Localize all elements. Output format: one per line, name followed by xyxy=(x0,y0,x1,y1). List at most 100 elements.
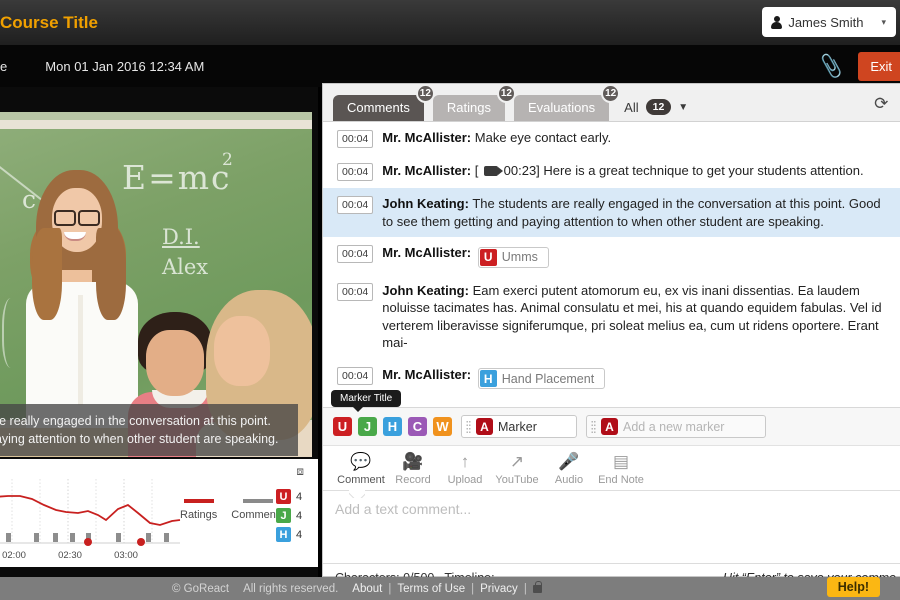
help-button[interactable]: Help! xyxy=(826,577,880,597)
marker-badge-a: A xyxy=(476,418,493,435)
comment-row[interactable]: 00:04 Mr. McAllister: U Umms xyxy=(323,237,900,275)
ratings-timeline-chart[interactable]: 02:00 02:30 03:00 xyxy=(0,477,184,563)
comment-author: Mr. McAllister: xyxy=(382,163,472,178)
legend-swatch-ratings xyxy=(183,499,214,503)
tab-comments-label: Comments xyxy=(347,100,410,115)
tool-record-label: Record xyxy=(395,474,431,486)
chalk-curve xyxy=(2,298,24,368)
footer-link-terms[interactable]: Terms of Use xyxy=(397,583,465,595)
chart-legend: Ratings Comments xyxy=(180,499,284,521)
comment-body: Mr. McAllister: [ 00:23] Here is a great… xyxy=(382,162,894,181)
marker-badge-j: J xyxy=(276,508,291,523)
marker-badge-h: H xyxy=(276,527,291,542)
toolbar-notch xyxy=(349,490,365,498)
person-icon xyxy=(771,15,783,29)
tool-upload-label: Upload xyxy=(447,474,483,486)
chevron-down-icon[interactable]: ▼ xyxy=(678,102,688,113)
tab-evaluations-label: Evaluations xyxy=(527,100,596,115)
comment-composer[interactable]: Add a text comment... xyxy=(323,491,900,563)
footer-link-privacy[interactable]: Privacy xyxy=(480,583,518,595)
comment-video-time: 00:23] xyxy=(503,163,540,178)
new-marker-placeholder: Add a new marker xyxy=(623,419,725,434)
tool-comment-label: Comment xyxy=(337,474,385,486)
drag-handle-icon[interactable] xyxy=(466,419,471,434)
comment-row-selected[interactable]: 00:04 John Keating: The students are rea… xyxy=(323,188,900,238)
lock-icon xyxy=(532,580,542,593)
drag-handle-icon[interactable] xyxy=(591,419,596,434)
video-caption-line-2: paying attention to when other student a… xyxy=(0,432,279,447)
tool-record[interactable]: 🎥 Record xyxy=(387,452,439,486)
marker-button-w[interactable]: W xyxy=(433,417,452,436)
x-tick-0: 02:00 xyxy=(2,550,26,561)
glasses-icon xyxy=(54,210,100,226)
annotation-panel: Comments 12 Ratings 12 Evaluations 12 Al… xyxy=(322,83,900,585)
marker-button-h[interactable]: H xyxy=(383,417,402,436)
comment-row[interactable]: 00:04 Mr. McAllister: [ 00:23] Here is a… xyxy=(323,155,900,188)
marker-button-u[interactable]: U xyxy=(333,417,352,436)
comment-markers[interactable] xyxy=(84,538,145,546)
comment-author: Mr. McAllister: xyxy=(382,366,472,382)
video-camera-icon: 🎥 xyxy=(402,452,424,471)
tool-audio[interactable]: 🎤 Audio xyxy=(543,452,595,486)
tool-end-note[interactable]: ▤ End Note xyxy=(595,452,647,486)
tab-ratings[interactable]: Ratings 12 xyxy=(432,84,516,121)
comment-row[interactable]: 00:04 Mr. McAllister: H Hand Placement xyxy=(323,359,900,397)
marker-button-j[interactable]: J xyxy=(358,417,377,436)
comment-video-prefix: [ xyxy=(474,163,479,178)
chart-x-axis-labels: 02:00 02:30 03:00 xyxy=(2,550,138,561)
legend-item-ratings: Ratings xyxy=(180,499,217,521)
marker-counts: U 4 J 4 H 4 xyxy=(276,489,302,546)
exit-button[interactable]: Exit xyxy=(858,51,900,81)
tool-youtube[interactable]: ↗ YouTube xyxy=(491,452,543,486)
user-menu-label: James Smith xyxy=(788,14,864,30)
filter-all-count: 12 xyxy=(645,99,672,115)
comment-marker-chip[interactable]: U Umms xyxy=(477,246,549,268)
video-column: c E=mc 2 D.I. Alex are really engaged in… xyxy=(0,87,318,577)
new-marker-field[interactable]: A Add a new marker xyxy=(586,415,766,438)
paperclip-icon[interactable]: 📎 xyxy=(817,51,847,81)
tab-ratings-label: Ratings xyxy=(446,100,491,115)
marker-button-c[interactable]: C xyxy=(408,417,427,436)
tool-comment[interactable]: 💬 Comment xyxy=(335,452,387,486)
upload-arrow-icon: ↑ xyxy=(460,452,470,471)
marker-count-j: 4 xyxy=(296,509,303,522)
comment-timestamp[interactable]: 00:04 xyxy=(337,366,374,385)
comment-text: Make eye contact early. xyxy=(474,130,612,145)
marker-badge-h: H xyxy=(479,370,497,388)
marker-edit-field[interactable]: A Marker xyxy=(461,415,577,438)
student-name-label: ame xyxy=(0,58,8,74)
comment-row[interactable]: 00:04 John Keating: Eam exerci putent at… xyxy=(323,275,900,359)
expand-icon[interactable]: ⧈ xyxy=(296,464,304,479)
footer-bar: © GoReact All rights reserved. About | T… xyxy=(0,577,900,600)
footer-copyright: © GoReact xyxy=(172,582,230,595)
marker-bar: Marker Title U J H C W A Marker A Add a … xyxy=(323,390,900,445)
marker-count-u: 4 xyxy=(296,490,303,503)
video-player[interactable]: c E=mc 2 D.I. Alex are really engaged in… xyxy=(0,112,312,457)
top-header-bar: Course Title James Smith ▾ xyxy=(0,0,900,45)
marker-count-row: J 4 xyxy=(276,508,302,523)
comment-timestamp[interactable]: 00:04 xyxy=(337,163,374,181)
marker-count-h: 4 xyxy=(296,528,303,541)
tool-upload[interactable]: ↑ Upload xyxy=(439,452,491,486)
comment-marker-chip[interactable]: H Hand Placement xyxy=(477,368,606,390)
comment-timestamp[interactable]: 00:04 xyxy=(337,282,374,301)
microphone-icon: 🎤 xyxy=(558,452,580,471)
legend-label-ratings: Ratings xyxy=(180,509,218,521)
refresh-icon[interactable]: ⟳ xyxy=(874,94,888,114)
note-icon: ▤ xyxy=(612,452,630,471)
comment-row[interactable]: 00:04 Mr. McAllister: Make eye contact e… xyxy=(323,122,900,155)
chalk-alex: Alex xyxy=(162,255,209,279)
tab-comments[interactable]: Comments 12 xyxy=(333,84,435,121)
video-caption-overlay: are really engaged in the conversation a… xyxy=(0,404,298,457)
comment-list[interactable]: 00:04 Mr. McAllister: Make eye contact e… xyxy=(323,122,900,407)
tab-evaluations[interactable]: Evaluations 12 xyxy=(513,84,621,121)
comment-timestamp[interactable]: 00:04 xyxy=(337,196,374,214)
video-caption-line-1: are really engaged in the conversation a… xyxy=(0,414,271,428)
marker-count-row: H 4 xyxy=(276,527,302,542)
comment-timestamp[interactable]: 00:04 xyxy=(337,245,374,264)
filter-all-label[interactable]: All xyxy=(624,100,638,115)
comment-timestamp[interactable]: 00:04 xyxy=(337,130,374,148)
comment-body: John Keating: The students are really en… xyxy=(382,195,894,230)
footer-link-about[interactable]: About xyxy=(352,583,382,595)
user-menu-button[interactable]: James Smith ▾ xyxy=(762,7,896,37)
